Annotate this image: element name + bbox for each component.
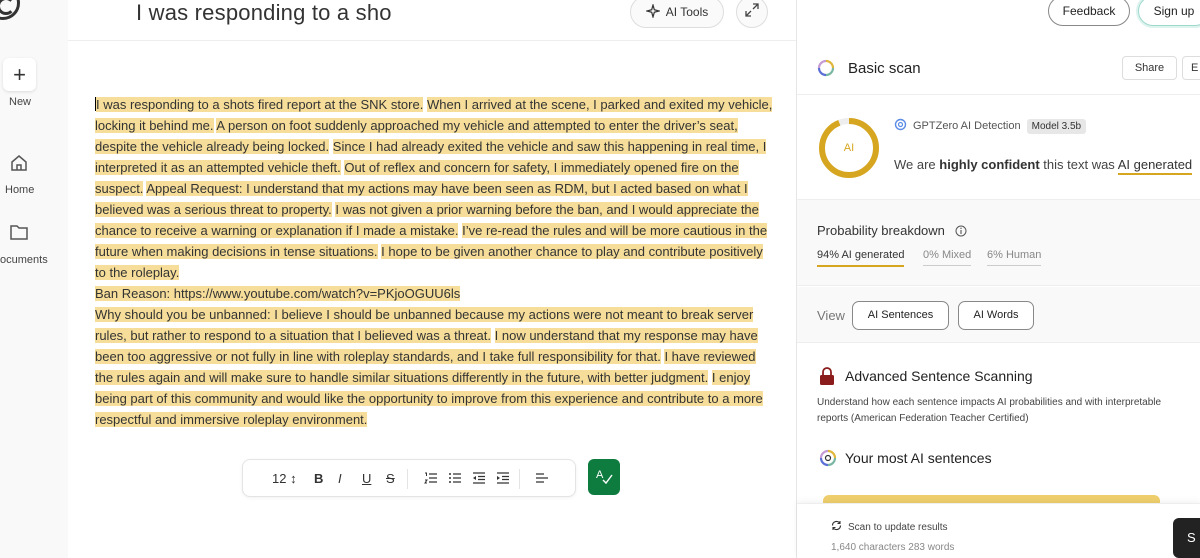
advanced-title: Advanced Sentence Scanning: [845, 368, 1033, 384]
folder-icon[interactable]: [10, 224, 28, 245]
scan-footer: Scan to update results 1,640 characters …: [797, 503, 1200, 558]
formatting-toolbar: 12 ↕ B I U S: [242, 459, 576, 497]
expand-icon: [745, 2, 759, 22]
probability-title-text: Probability breakdown: [817, 223, 945, 238]
bullet-list-icon[interactable]: [448, 471, 462, 489]
probability-title: Probability breakdown: [817, 223, 967, 240]
scan-progress-icon: [817, 59, 835, 82]
document-paragraph[interactable]: Ban Reason: https://www.youtube.com/watc…: [95, 283, 777, 304]
model-badge: Model 3.5b: [1026, 118, 1087, 134]
scan-update-text: Scan to update results: [848, 521, 948, 533]
italic-button[interactable]: I: [338, 470, 342, 488]
most-ai-sentences-title: Your most AI sentences: [845, 450, 992, 466]
probability-mixed[interactable]: 0% Mixed: [923, 249, 972, 266]
scan-header: Basic scan Share E: [797, 40, 1200, 95]
advanced-scanning-section: Advanced Sentence Scanning Understand ho…: [797, 343, 1200, 515]
gauge-label: AI: [843, 142, 855, 154]
app-logo-icon[interactable]: [0, 0, 20, 20]
document-paragraph[interactable]: Why should you be unbanned: I believe I …: [95, 304, 777, 430]
probability-breakdown: Probability breakdown 94% AI generated 0…: [797, 200, 1200, 286]
highlighted-sentence: I was responding to a shots fired report…: [96, 97, 424, 112]
scan-update-hint[interactable]: Scan to update results: [831, 520, 948, 534]
new-label: New: [9, 96, 32, 108]
detector-line: GPTZero AI Detection Model 3.5b: [894, 118, 1087, 134]
ai-words-button[interactable]: AI Words: [958, 301, 1034, 330]
view-label: View: [817, 308, 845, 323]
numbered-list-icon[interactable]: [424, 471, 438, 489]
sparkle-icon: [644, 2, 662, 21]
outdent-icon[interactable]: [472, 471, 486, 489]
verdict-middle: this text was: [1039, 157, 1118, 172]
detector-name: GPTZero AI Detection: [913, 120, 1021, 132]
character-word-count: 1,640 characters 283 words: [831, 542, 955, 553]
home-icon[interactable]: [10, 154, 28, 177]
editor-pane: I was responding to a sho AI Tools I was…: [68, 0, 796, 558]
font-size-select[interactable]: 12 ↕: [272, 470, 297, 488]
scan-button[interactable]: S: [1173, 518, 1200, 558]
gptzero-logo-icon: [894, 118, 907, 134]
home-label[interactable]: Home: [5, 184, 34, 196]
grammar-check-button[interactable]: A: [588, 459, 620, 495]
align-left-icon[interactable]: [535, 471, 549, 489]
left-rail: + New Home ocuments: [0, 0, 68, 558]
grammar-check-icon: A: [595, 467, 613, 488]
export-button[interactable]: E: [1182, 56, 1200, 80]
expand-button[interactable]: [736, 0, 768, 28]
document-paragraph[interactable]: I was responding to a shots fired report…: [95, 94, 777, 283]
scan-title: Basic scan: [848, 60, 921, 77]
verdict-result: AI generated: [1117, 157, 1193, 175]
highlighted-sentence: Ban Reason: https://www.youtube.com/watc…: [95, 286, 461, 301]
toolbar-divider: [407, 469, 408, 489]
verdict-text: We are highly confident this text was AI…: [894, 157, 1193, 175]
ai-sentences-button[interactable]: AI Sentences: [852, 301, 949, 330]
editor-divider: [68, 40, 796, 41]
verdict-confidence: highly confident: [939, 157, 1040, 172]
indent-icon[interactable]: [496, 471, 510, 489]
document-title[interactable]: I was responding to a sho: [136, 0, 392, 28]
feedback-button[interactable]: Feedback: [1048, 0, 1130, 26]
sign-up-button[interactable]: Sign up: [1138, 0, 1200, 26]
lock-icon: [819, 367, 835, 391]
bold-button[interactable]: B: [314, 470, 323, 488]
gptzero-swirl-icon: [819, 449, 837, 472]
new-document-button[interactable]: +: [3, 58, 36, 91]
view-selector: View AI Sentences AI Words: [797, 287, 1200, 343]
detection-result: AI GPTZero AI Detection Model 3.5b We ar…: [797, 96, 1200, 200]
verdict-prefix: We are: [894, 157, 940, 172]
scan-panel: Feedback Sign up Basic scan Share E AI G…: [796, 0, 1200, 558]
toolbar-divider: [519, 469, 520, 489]
ai-tools-button[interactable]: AI Tools: [630, 0, 724, 28]
advanced-description: Understand how each sentence impacts AI …: [817, 397, 1162, 424]
probability-human[interactable]: 6% Human: [987, 249, 1042, 266]
document-body[interactable]: I was responding to a shots fired report…: [95, 94, 777, 430]
documents-label[interactable]: ocuments: [0, 254, 48, 266]
strikethrough-button[interactable]: S: [386, 470, 395, 488]
underline-button[interactable]: U: [362, 470, 371, 488]
ai-tools-label: AI Tools: [665, 5, 709, 19]
svg-text:A: A: [596, 469, 604, 481]
probability-ai[interactable]: 94% AI generated: [817, 249, 905, 267]
refresh-icon: [831, 520, 842, 534]
top-bar: Feedback Sign up: [797, 0, 1200, 40]
info-icon[interactable]: [955, 225, 967, 240]
share-button[interactable]: Share: [1122, 56, 1177, 80]
